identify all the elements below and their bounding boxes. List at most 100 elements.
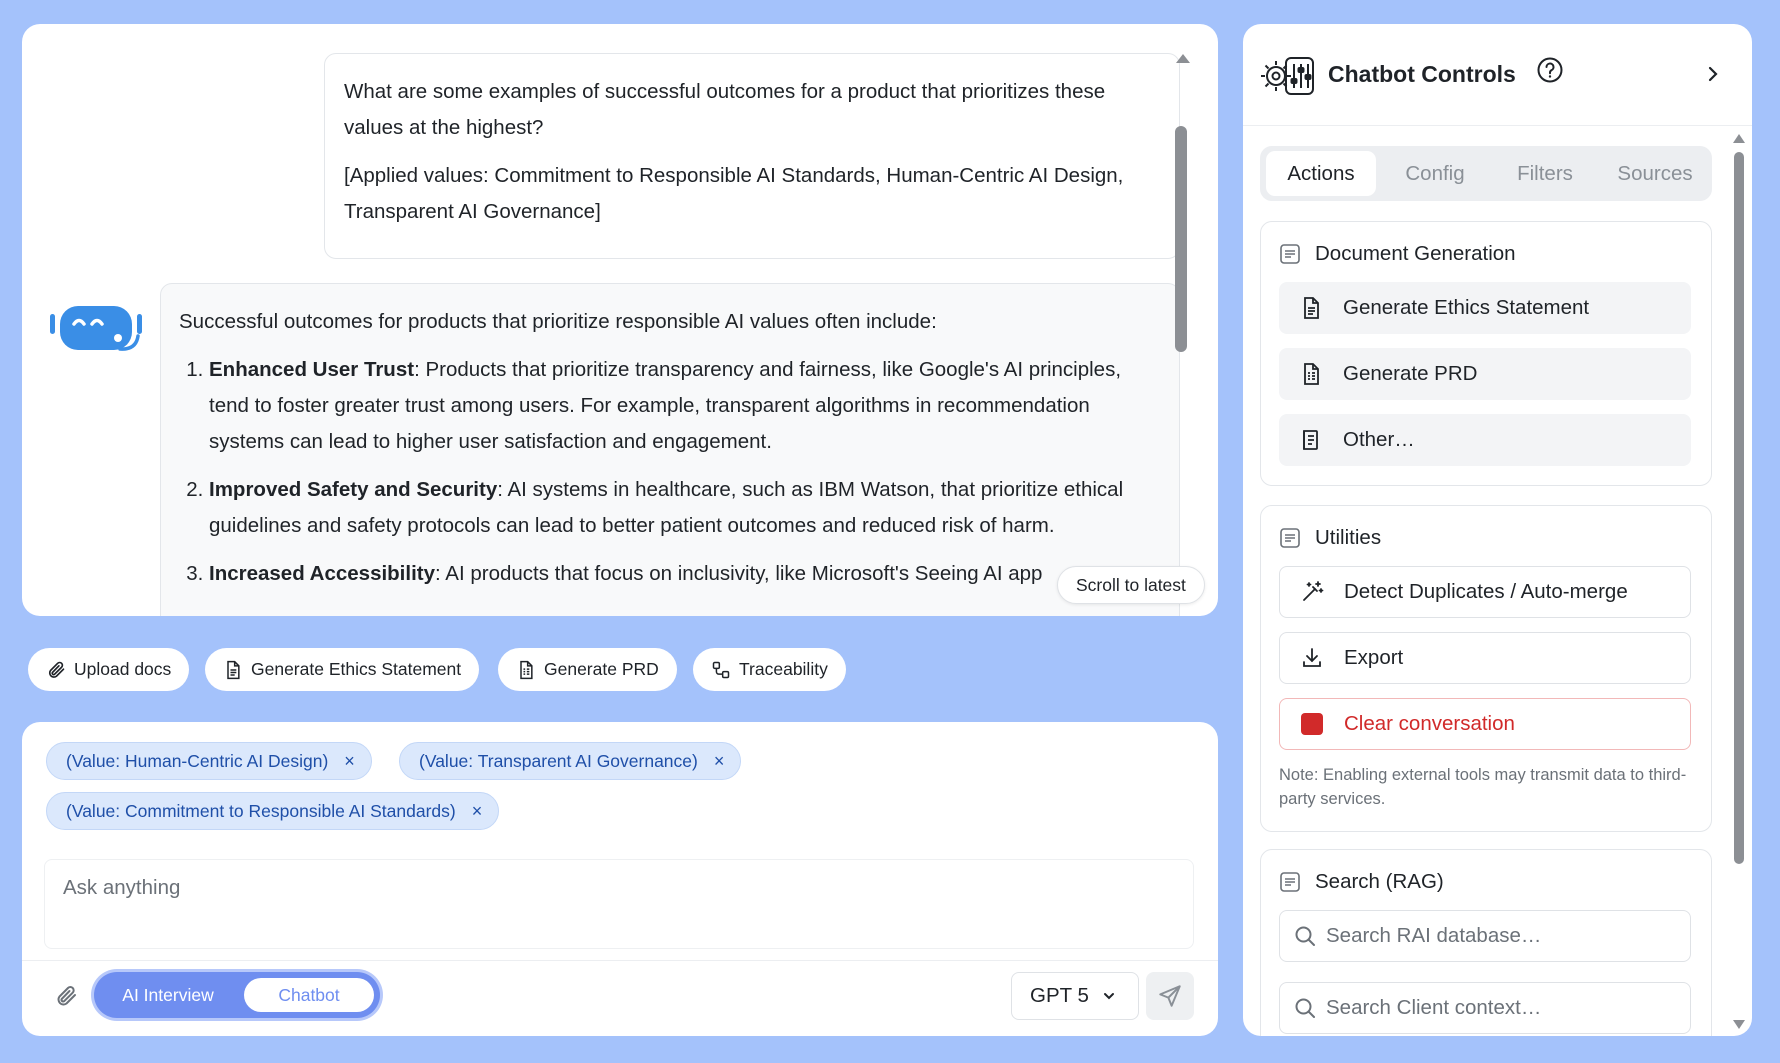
document-generation-section: Document Generation Generate Ethics Stat… bbox=[1260, 221, 1712, 486]
chat-panel: What are some examples of successful out… bbox=[22, 24, 1218, 616]
action-label: Generate Ethics Statement bbox=[1343, 296, 1590, 319]
list-item-text: : AI products that focus on inclusivity,… bbox=[435, 562, 1043, 585]
value-chip-label: (Value: Human-Centric AI Design) bbox=[66, 750, 329, 771]
generate-ethics-statement-action[interactable]: Generate Ethics Statement bbox=[1279, 282, 1691, 334]
mode-chatbot[interactable]: Chatbot bbox=[244, 978, 374, 1012]
generate-prd-button[interactable]: Generate PRD bbox=[498, 648, 677, 691]
tab-config[interactable]: Config bbox=[1382, 151, 1488, 196]
user-message-applied-values: [Applied values: Commitment to Responsib… bbox=[344, 164, 1124, 223]
mode-ai-interview[interactable]: AI Interview bbox=[94, 972, 242, 1018]
tab-sources[interactable]: Sources bbox=[1602, 151, 1708, 196]
tab-actions[interactable]: Actions bbox=[1266, 151, 1376, 196]
search-client-box bbox=[1279, 982, 1691, 1034]
composer-divider bbox=[22, 960, 1218, 961]
section-heading: Utilities bbox=[1279, 526, 1381, 550]
generate-prd-action[interactable]: Generate PRD bbox=[1279, 348, 1691, 400]
section-title: Utilities bbox=[1315, 526, 1382, 549]
search-client-input[interactable] bbox=[1326, 996, 1686, 1020]
user-message: What are some examples of successful out… bbox=[324, 53, 1180, 259]
gear-sliders-icon bbox=[1261, 57, 1314, 95]
magic-wand-icon bbox=[1303, 581, 1324, 601]
send-icon bbox=[1159, 985, 1181, 1007]
section-heading: Document Generation bbox=[1279, 242, 1516, 266]
value-chip-label: (Value: Transparent AI Governance) bbox=[419, 750, 698, 771]
model-select[interactable]: GPT 5 bbox=[1011, 972, 1139, 1020]
scroll-down-arrow-icon[interactable] bbox=[1731, 1018, 1747, 1032]
action-label: Other… bbox=[1343, 428, 1415, 451]
list-item-title: Increased Accessibility bbox=[209, 562, 436, 585]
list-icon bbox=[1280, 528, 1300, 548]
user-message-question: What are some examples of successful out… bbox=[344, 80, 1106, 139]
scroll-up-arrow-icon[interactable] bbox=[1731, 131, 1747, 145]
generate-prd-label: Generate PRD bbox=[544, 659, 659, 679]
ask-input[interactable] bbox=[44, 859, 1194, 949]
section-title: Document Generation bbox=[1315, 242, 1516, 265]
action-label: Clear conversation bbox=[1344, 712, 1515, 735]
assistant-outcome-list: Enhanced User Trust: Products that prior… bbox=[179, 352, 1161, 592]
clear-conversation-button[interactable]: Clear conversation bbox=[1279, 698, 1691, 750]
scroll-up-arrow-icon[interactable] bbox=[1173, 50, 1193, 66]
export-button[interactable]: Export bbox=[1279, 632, 1691, 684]
model-select-value: GPT 5 bbox=[1030, 984, 1089, 1007]
chevron-right-icon[interactable] bbox=[1703, 64, 1723, 84]
action-label: Detect Duplicates / Auto-merge bbox=[1344, 580, 1628, 603]
utilities-section: Utilities Detect Duplicates / Auto-merge… bbox=[1260, 505, 1712, 832]
tab-filters[interactable]: Filters bbox=[1492, 151, 1598, 196]
generate-ethics-statement-button[interactable]: Generate Ethics Statement bbox=[205, 648, 480, 691]
scroll-to-latest-button[interactable]: Scroll to latest bbox=[1057, 566, 1205, 604]
spreadsheet-document-icon bbox=[1304, 363, 1319, 385]
list-icon bbox=[1280, 244, 1300, 264]
section-title: Search (RAG) bbox=[1315, 870, 1444, 893]
other-document-action[interactable]: Other… bbox=[1279, 414, 1691, 466]
value-chip: (Value: Human-Centric AI Design) × bbox=[46, 742, 372, 780]
help-icon[interactable] bbox=[1536, 56, 1564, 84]
list-icon bbox=[1280, 872, 1300, 892]
list-item-title: Enhanced User Trust bbox=[209, 358, 415, 381]
upload-docs-label: Upload docs bbox=[74, 659, 172, 679]
search-rai-input[interactable] bbox=[1326, 924, 1686, 948]
controls-header: Chatbot Controls bbox=[1243, 24, 1752, 126]
send-button[interactable] bbox=[1146, 972, 1194, 1020]
value-chip: (Value: Transparent AI Governance) × bbox=[399, 742, 742, 780]
controls-title: Chatbot Controls bbox=[1328, 61, 1516, 87]
upload-docs-button[interactable]: Upload docs bbox=[28, 648, 190, 691]
assistant-intro: Successful outcomes for products that pr… bbox=[179, 310, 937, 333]
assistant-message: Successful outcomes for products that pr… bbox=[160, 283, 1180, 616]
spreadsheet-document-icon bbox=[520, 660, 533, 679]
traceability-button[interactable]: Traceability bbox=[693, 648, 846, 691]
chip-remove-icon[interactable]: × bbox=[714, 751, 725, 772]
search-icon bbox=[1295, 926, 1315, 946]
traceability-label: Traceability bbox=[739, 659, 828, 679]
chip-remove-icon[interactable]: × bbox=[472, 801, 483, 822]
chat-scrollbar-thumb[interactable] bbox=[1175, 126, 1187, 352]
paperclip-icon bbox=[48, 661, 65, 678]
document-icon bbox=[227, 660, 240, 679]
list-item: Increased Accessibility: AI products tha… bbox=[209, 556, 1161, 592]
search-rai-box bbox=[1279, 910, 1691, 962]
chevron-down-icon bbox=[1103, 993, 1114, 1000]
generate-ethics-statement-label: Generate Ethics Statement bbox=[251, 659, 462, 679]
list-item: Improved Safety and Security: AI systems… bbox=[209, 472, 1161, 544]
composer: (Value: Human-Centric AI Design) × (Valu… bbox=[22, 722, 1218, 1036]
chatbot-controls-panel: Chatbot Controls Actions Config Filters … bbox=[1243, 24, 1752, 1036]
list-item: Enhanced User Trust: Products that prior… bbox=[209, 352, 1161, 460]
controls-tabs: Actions Config Filters Sources bbox=[1260, 146, 1712, 201]
controls-scrollbar-thumb[interactable] bbox=[1734, 152, 1744, 864]
value-chip: (Value: Commitment to Responsible AI Sta… bbox=[46, 792, 500, 830]
bot-avatar-icon bbox=[50, 306, 142, 351]
detect-duplicates-button[interactable]: Detect Duplicates / Auto-merge bbox=[1279, 566, 1691, 618]
download-icon bbox=[1303, 648, 1321, 667]
chip-remove-icon[interactable]: × bbox=[344, 751, 355, 772]
list-item-title: Improved Safety and Security bbox=[209, 478, 498, 501]
search-icon bbox=[1295, 998, 1315, 1018]
action-label: Export bbox=[1344, 646, 1404, 669]
controls-scroll-area: Actions Config Filters Sources Document … bbox=[1243, 127, 1752, 1036]
paperclip-icon[interactable] bbox=[54, 984, 78, 1008]
document-icon bbox=[1304, 297, 1319, 319]
value-chip-label: (Value: Commitment to Responsible AI Sta… bbox=[66, 800, 456, 821]
stop-icon bbox=[1301, 713, 1323, 735]
external-tools-note: Note: Enabling external tools may transm… bbox=[1279, 766, 1687, 808]
book-icon bbox=[1303, 430, 1318, 450]
search-rag-section: Search (RAG) bbox=[1260, 849, 1712, 1036]
action-label: Generate PRD bbox=[1343, 362, 1478, 385]
